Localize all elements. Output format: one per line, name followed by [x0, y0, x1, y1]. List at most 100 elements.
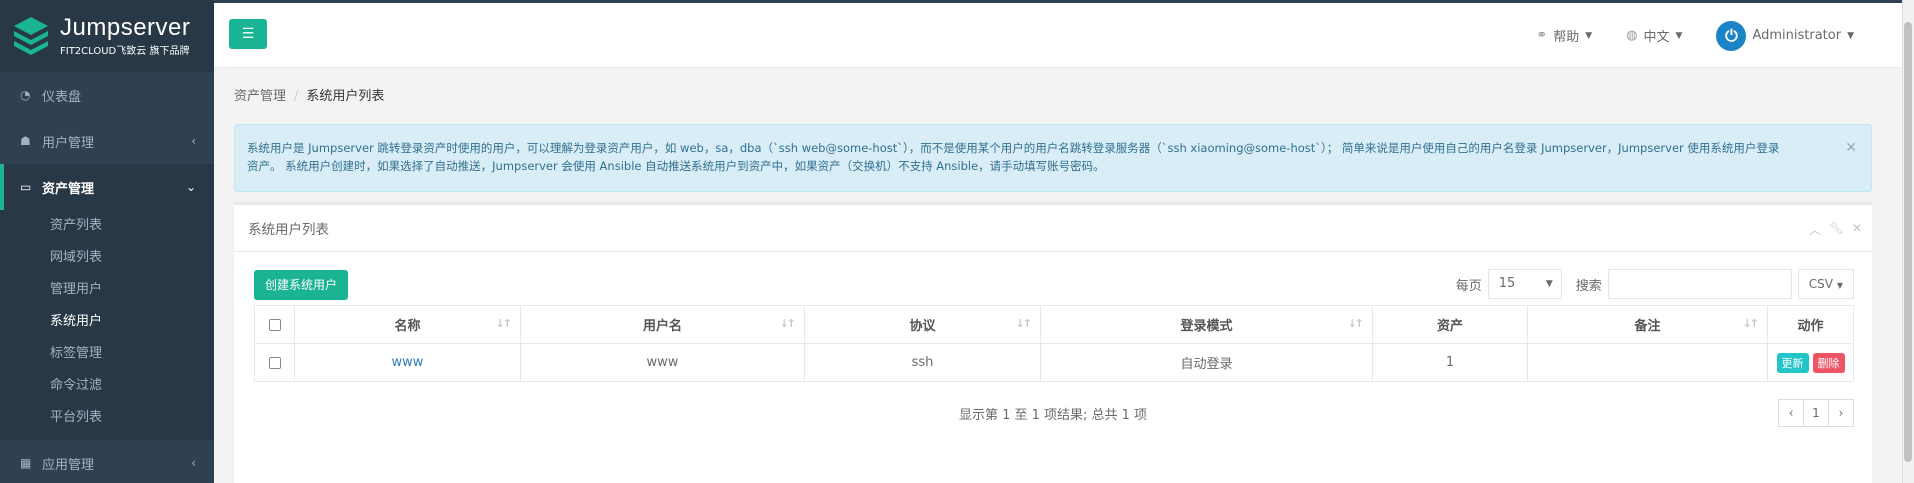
column-header-assets: 资产	[1372, 305, 1528, 344]
sort-icon[interactable]: ↓↑	[496, 317, 513, 330]
caret-down-icon: ▼	[1675, 30, 1683, 41]
per-page-value: 15	[1498, 276, 1516, 291]
column-header-actions: 动作	[1767, 305, 1854, 344]
header-label: 登录模式	[1180, 319, 1233, 334]
chevron-left-icon: ‹	[191, 134, 196, 148]
cell-actions: 更新 删除	[1767, 343, 1854, 382]
caret-down-icon: ▼	[1836, 281, 1843, 290]
caret-down-icon: ▼	[1585, 30, 1593, 41]
alert-text-line1: 系统用户是 Jumpserver 跳转登录资产时使用的用户，可以理解为登录资产用…	[247, 141, 1780, 155]
breadcrumb-current: 系统用户列表	[306, 89, 385, 104]
column-header-comment[interactable]: 备注 ↓↑	[1527, 305, 1768, 344]
sidebar-item-assets[interactable]: ▭ 资产管理 ⌄	[0, 164, 214, 210]
jumpserver-logo-icon	[14, 17, 48, 55]
sidebar-subitem-asset-list[interactable]: 资产列表	[0, 210, 214, 242]
chevron-up-icon[interactable]: ︿	[1809, 221, 1821, 238]
column-header-protocol[interactable]: 协议 ↓↑	[804, 305, 1041, 344]
panel-header: 系统用户列表 ︿ 🔧︎ ✕	[234, 205, 1872, 252]
chevron-left-icon: ‹	[191, 456, 196, 470]
page-scrollbar[interactable]	[1902, 0, 1914, 483]
sidebar-item-applications[interactable]: ▦ 应用管理 ‹	[0, 440, 214, 483]
column-header-login-mode[interactable]: 登录模式 ↓↑	[1040, 305, 1373, 344]
table-row: www www ssh 自动登录 1 更新 删除	[254, 343, 1854, 382]
scrollbar-thumb[interactable]	[1904, 22, 1912, 462]
sidebar-item-users[interactable]: ☗ 用户管理 ‹	[0, 118, 214, 164]
header-label: 名称	[394, 319, 421, 334]
csv-label: CSV	[1808, 277, 1834, 291]
header-label: 资产	[1436, 319, 1463, 334]
sort-icon[interactable]: ↓↑	[780, 317, 797, 330]
cell-login-mode: 自动登录	[1040, 343, 1373, 382]
sidebar-submenu: 资产列表 网域列表 管理用户 系统用户 标签管理 命令过滤 平台列表	[0, 210, 214, 440]
sidebar-subitem-admin-user[interactable]: 管理用户	[0, 274, 214, 306]
sort-icon[interactable]: ↓↑	[1016, 317, 1033, 330]
close-icon[interactable]: ✕	[1845, 139, 1857, 157]
column-header-name[interactable]: 名称 ↓↑	[294, 305, 521, 344]
delete-button[interactable]: 删除	[1812, 352, 1845, 373]
cell-name: www	[294, 343, 521, 382]
pagination-next[interactable]: ›	[1828, 399, 1854, 427]
sidebar-subitem-domain-list[interactable]: 网域列表	[0, 242, 214, 274]
brand[interactable]: Jumpserver FIT2CLOUD飞致云 旗下品牌	[0, 0, 214, 72]
header-label: 动作	[1797, 319, 1824, 334]
pagination: ‹ 1 ›	[1778, 399, 1854, 427]
sidebar-subitem-labels[interactable]: 标签管理	[0, 338, 214, 370]
sidebar-item-dashboard[interactable]: ◔ 仪表盘	[0, 72, 214, 118]
search-label: 搜索	[1575, 278, 1602, 294]
caret-down-icon: ▼	[1545, 279, 1553, 289]
per-page-select[interactable]: 15 ▼	[1487, 269, 1562, 299]
sort-icon[interactable]: ↓↑	[1348, 317, 1365, 330]
search-input[interactable]	[1607, 269, 1792, 299]
table-header-row: 名称 ↓↑ 用户名 ↓↑ 协议 ↓↑ 登录模式 ↓↑ 资产 备注 ↓↑ 动作	[254, 305, 1854, 344]
panel-tools: ︿ 🔧︎ ✕	[1809, 221, 1862, 238]
sidebar-item-label: 应用管理	[42, 457, 95, 473]
header-label: 备注	[1634, 319, 1661, 334]
user-dropdown[interactable]: ⏻ Administrator ▼	[1716, 20, 1854, 51]
users-icon: ☗	[20, 134, 31, 148]
row-checkbox[interactable]	[268, 356, 281, 369]
system-user-panel: 系统用户列表 ︿ 🔧︎ ✕ 创建系统用户 每页 15 ▼ 搜索 CSV ▼ 名称…	[234, 202, 1872, 483]
caret-down-icon: ▼	[1847, 30, 1854, 41]
language-dropdown[interactable]: ◍ 中文 ▼	[1626, 26, 1682, 45]
table-controls: 每页 15 ▼ 搜索 CSV ▼	[1456, 269, 1854, 299]
system-user-link[interactable]: www	[392, 355, 424, 370]
system-user-table: 名称 ↓↑ 用户名 ↓↑ 协议 ↓↑ 登录模式 ↓↑ 资产 备注 ↓↑ 动作 www ww…	[254, 305, 1854, 382]
cell-comment	[1527, 343, 1768, 382]
update-button[interactable]: 更新	[1776, 352, 1809, 373]
topbar-right: ⚭ 帮助 ▼ ◍ 中文 ▼ ⏻ Administrator ▼	[1536, 3, 1854, 68]
select-all-header[interactable]	[254, 305, 295, 344]
panel-title: 系统用户列表	[248, 222, 329, 238]
sidebar-item-label: 用户管理	[42, 135, 95, 151]
sidebar-item-label: 资产管理	[42, 181, 95, 197]
create-system-user-button[interactable]: 创建系统用户	[254, 270, 349, 300]
cell-protocol: ssh	[804, 343, 1041, 382]
csv-export-button[interactable]: CSV ▼	[1797, 269, 1854, 299]
brand-subtitle: FIT2CLOUD飞致云 旗下品牌	[60, 46, 190, 57]
globe-icon: ◍	[1626, 28, 1638, 43]
pagination-page[interactable]: 1	[1803, 399, 1829, 427]
column-header-username[interactable]: 用户名 ↓↑	[520, 305, 805, 344]
chevron-down-icon: ⌄	[185, 180, 196, 194]
cell-username: www	[520, 343, 805, 382]
row-select-cell[interactable]	[254, 343, 295, 382]
select-all-checkbox[interactable]	[268, 318, 281, 331]
sidebar-subitem-platforms[interactable]: 平台列表	[0, 402, 214, 434]
pagination-prev[interactable]: ‹	[1778, 399, 1804, 427]
breadcrumb: 资产管理 / 系统用户列表	[234, 85, 384, 104]
help-dropdown[interactable]: ⚭ 帮助 ▼	[1536, 26, 1592, 45]
wrench-icon[interactable]: 🔧︎	[1829, 221, 1844, 238]
sidebar-subitem-system-user[interactable]: 系统用户	[0, 306, 214, 338]
sidebar-subitem-command-filter[interactable]: 命令过滤	[0, 370, 214, 402]
info-alert: 系统用户是 Jumpserver 跳转登录资产时使用的用户，可以理解为登录资产用…	[234, 124, 1872, 192]
language-label: 中文	[1643, 30, 1670, 45]
breadcrumb-separator: /	[294, 89, 299, 104]
per-page-label: 每页	[1455, 278, 1482, 294]
brand-name: Jumpserver	[60, 14, 191, 41]
dashboard-icon: ◔	[20, 88, 31, 102]
breadcrumb-parent[interactable]: 资产管理	[234, 89, 286, 104]
sort-icon[interactable]: ↓↑	[1743, 317, 1760, 330]
inbox-icon: ▭	[20, 180, 32, 194]
grid-icon: ▦	[20, 456, 32, 470]
menu-toggle-button[interactable]: ☰	[229, 19, 267, 49]
close-icon[interactable]: ✕	[1852, 221, 1862, 238]
